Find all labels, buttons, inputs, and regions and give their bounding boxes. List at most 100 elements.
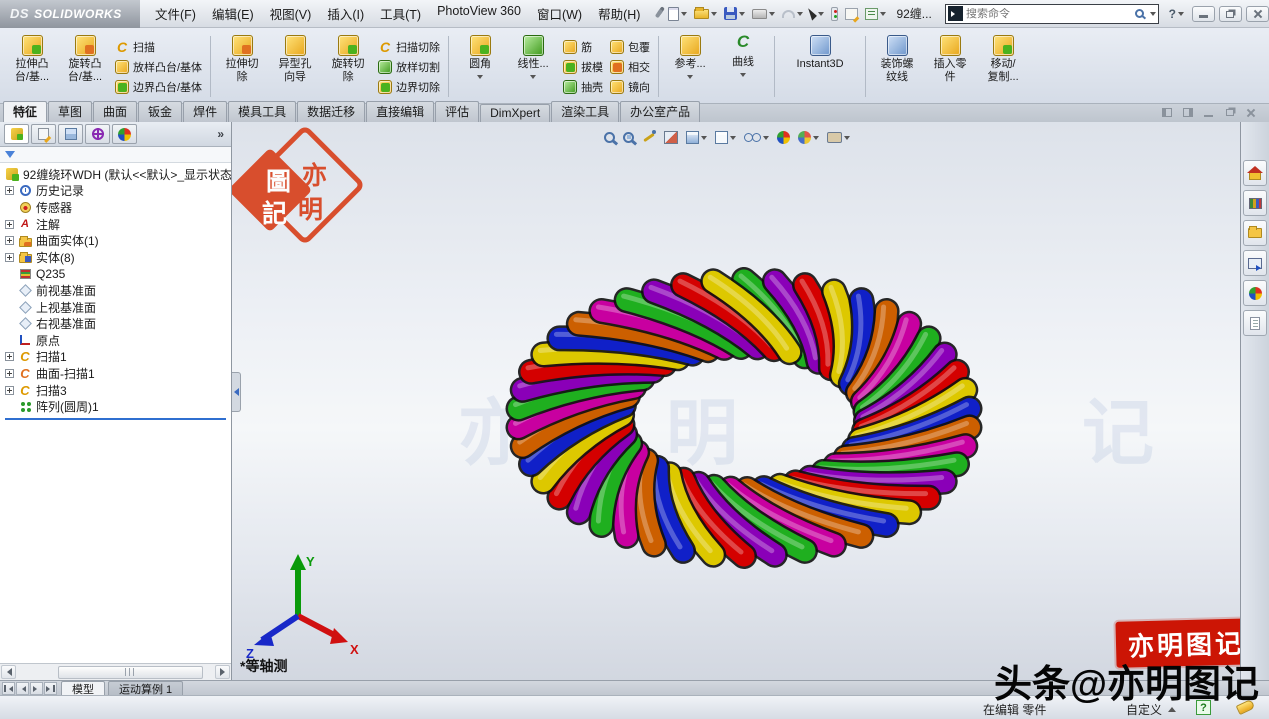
menu-edit[interactable]: 编辑(E) (205, 0, 261, 27)
cosmetic-thread-button[interactable]: 装饰螺 纹线 (872, 31, 922, 102)
scroll-right-button[interactable] (215, 665, 230, 679)
tab-sketch[interactable]: 草图 (48, 101, 92, 122)
tab-dimxpert[interactable]: DimXpert (480, 104, 550, 122)
sweep-button[interactable]: C扫描 (115, 39, 202, 55)
chevron-down-icon[interactable] (844, 136, 850, 143)
menu-file[interactable]: 文件(F) (148, 0, 203, 27)
section-view-button[interactable] (664, 131, 678, 144)
previous-view-button[interactable] (642, 130, 656, 144)
search-input[interactable] (966, 8, 1132, 20)
new-document-button[interactable] (668, 7, 687, 21)
chevron-down-icon[interactable] (797, 12, 803, 19)
tree-root-part[interactable]: 92缠绕环WDH (默认<<默认>_显示状态 (3, 166, 231, 183)
tab-office-products[interactable]: 办公室产品 (620, 101, 700, 122)
chevron-down-icon[interactable] (477, 75, 483, 82)
save-button[interactable] (724, 7, 745, 20)
scroll-left-button[interactable] (1, 665, 16, 679)
chevron-down-icon[interactable] (1178, 12, 1184, 19)
hole-wizard-button[interactable]: 异型孔 向导 (270, 31, 320, 102)
menu-tools[interactable]: 工具(T) (373, 0, 428, 27)
tree-item-front-plane[interactable]: 前视基准面 (3, 282, 231, 299)
tab-mold-tools[interactable]: 模具工具 (228, 101, 296, 122)
scrollbar-track[interactable] (16, 666, 215, 679)
appearances-scenes-button[interactable] (1243, 280, 1267, 306)
loft-boss-button[interactable]: 放样凸台/基体 (115, 59, 202, 75)
prev-tab-button[interactable] (16, 682, 29, 695)
help-button[interactable]: ? (1169, 7, 1184, 21)
menu-view[interactable]: 视图(V) (263, 0, 319, 27)
solidworks-resources-button[interactable] (1243, 160, 1267, 186)
expander-icon[interactable] (5, 253, 14, 262)
chevron-down-icon[interactable] (681, 12, 687, 19)
chevron-down-icon[interactable] (701, 136, 707, 143)
scrollbar-thumb[interactable] (58, 666, 203, 679)
tree-item-material[interactable]: Q235 (3, 266, 231, 283)
undo-button[interactable] (782, 8, 803, 19)
shell-button[interactable]: 抽壳 (563, 79, 603, 95)
tree-item-surface-sweep1[interactable]: C 曲面-扫描1 (3, 365, 231, 382)
print-button[interactable] (752, 8, 775, 19)
panel-collapse-handle[interactable] (232, 372, 241, 412)
propertymanager-tab[interactable] (31, 124, 56, 144)
tree-item-sweep3[interactable]: C 扫描3 (3, 382, 231, 399)
doc-cascade-right-button[interactable] (1179, 106, 1196, 119)
mirror-button[interactable]: 镜向 (610, 79, 650, 95)
rollback-bar[interactable] (5, 418, 226, 420)
expander-icon[interactable] (5, 386, 14, 395)
graphics-area[interactable]: 亦 明 图 记 圖 亦 記 明 (232, 122, 1240, 680)
display-style-button[interactable] (715, 131, 736, 144)
draft-button[interactable]: 拔模 (563, 59, 603, 75)
first-tab-button[interactable] (2, 682, 15, 695)
lofted-cut-button[interactable]: 放样切割 (378, 59, 440, 75)
model-tab[interactable]: 模型 (61, 681, 105, 695)
swept-cut-button[interactable]: C扫描切除 (378, 39, 440, 55)
extrude-boss-button[interactable]: 拉伸凸 台/基... (7, 31, 57, 102)
expander-icon[interactable] (5, 369, 14, 378)
extruded-cut-button[interactable]: 拉伸切 除 (217, 31, 267, 102)
view-orientation-button[interactable] (686, 131, 707, 144)
doc-cascade-left-button[interactable] (1158, 106, 1175, 119)
doc-close-button[interactable] (1242, 106, 1259, 119)
instant3d-button[interactable]: Instant3D (781, 31, 859, 102)
configurationmanager-tab[interactable] (58, 124, 83, 144)
featuremanager-tree-tab[interactable] (4, 124, 29, 144)
torus-model[interactable] (232, 122, 1240, 680)
menu-insert[interactable]: 插入(I) (320, 0, 371, 27)
select-button[interactable] (810, 7, 824, 20)
fillet-button[interactable]: 圆角 (455, 31, 505, 102)
design-library-button[interactable] (1243, 190, 1267, 216)
view-settings-button[interactable] (827, 132, 850, 143)
doc-minimize-button[interactable] (1200, 106, 1217, 119)
tab-features[interactable]: 特征 (3, 101, 47, 122)
file-explorer-button[interactable] (1243, 220, 1267, 246)
search-icon[interactable] (1135, 9, 1144, 18)
motion-study-tab[interactable]: 运动算例 1 (108, 681, 183, 695)
zoom-fit-button[interactable] (604, 132, 615, 143)
expander-icon[interactable] (5, 220, 14, 229)
edit-appearance-button[interactable] (777, 131, 790, 144)
tab-surfaces[interactable]: 曲面 (93, 101, 137, 122)
chevron-down-icon[interactable] (880, 12, 886, 19)
expander-icon[interactable] (5, 186, 14, 195)
linear-pattern-button[interactable]: 线性... (508, 31, 558, 102)
view-palette-button[interactable] (1243, 250, 1267, 276)
chevron-down-icon[interactable] (687, 75, 693, 82)
curves-button[interactable]: C 曲线 (718, 31, 768, 102)
next-tab-button[interactable] (30, 682, 43, 695)
hide-show-items-button[interactable] (744, 132, 769, 143)
restore-button[interactable] (1219, 6, 1242, 22)
insert-part-button[interactable]: 插入零 件 (925, 31, 975, 102)
boundary-cut-button[interactable]: 边界切除 (378, 79, 440, 95)
menu-help[interactable]: 帮助(H) (591, 0, 647, 27)
revolved-cut-button[interactable]: 旋转切 除 (323, 31, 373, 102)
rib-button[interactable]: 筋 (563, 39, 603, 55)
expander-icon[interactable] (5, 352, 14, 361)
rebuild-button[interactable] (831, 7, 838, 21)
chevron-down-icon[interactable] (763, 136, 769, 143)
wrap-button[interactable]: 包覆 (610, 39, 650, 55)
tab-data-migration[interactable]: 数据迁移 (297, 101, 365, 122)
chevron-down-icon[interactable] (711, 12, 717, 19)
tab-weldments[interactable]: 焊件 (183, 101, 227, 122)
dimxpertmanager-tab[interactable] (85, 124, 110, 144)
reference-geometry-button[interactable]: 参考... (665, 31, 715, 102)
